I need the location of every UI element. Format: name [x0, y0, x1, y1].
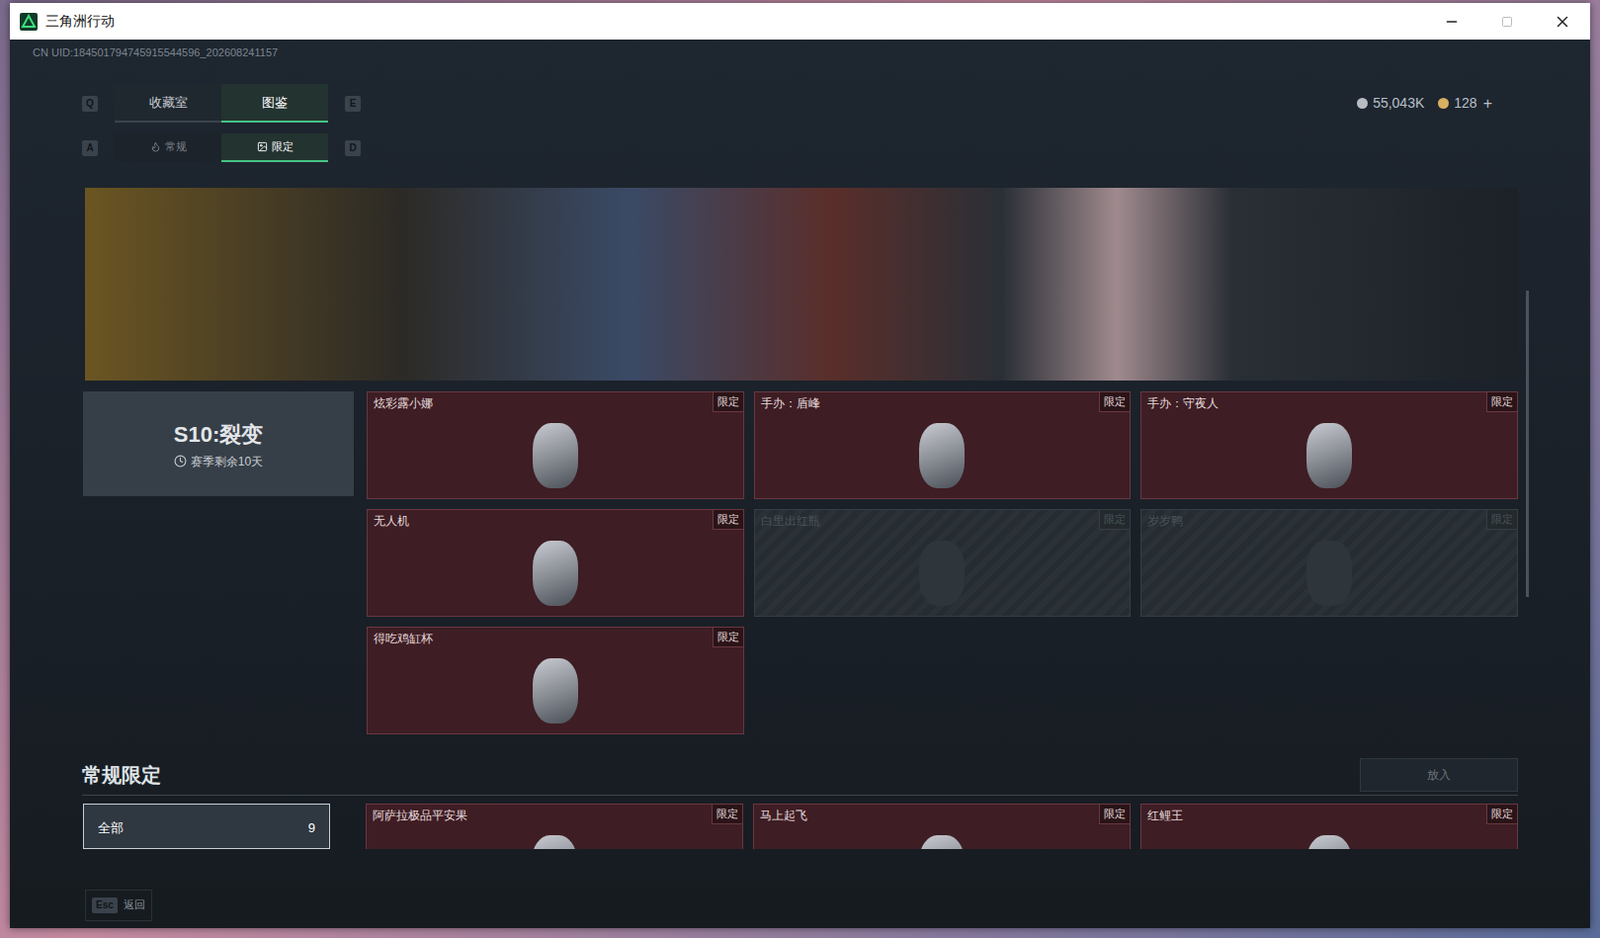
- card-name: 岁岁鸭: [1141, 509, 1189, 530]
- coin-icon: [1356, 97, 1368, 109]
- currency: 55,043K: [1356, 92, 1425, 114]
- sub-tab[interactable]: 常规: [114, 133, 222, 163]
- close-icon: [1553, 12, 1572, 31]
- item-thumbnail: [531, 835, 578, 850]
- minimize-button[interactable]: [1424, 2, 1480, 40]
- season-grid: 炫彩露小娜限定手办：盾峰限定手办：守夜人限定无人机限定白里出红瓶限定岁岁鸭限定得…: [366, 391, 1518, 735]
- put-in-button[interactable]: 放入: [1359, 757, 1518, 792]
- limited-badge: 限定: [1098, 392, 1130, 413]
- key-hint: A: [82, 140, 98, 157]
- item-thumbnail: [532, 422, 579, 489]
- card-name: 红鲤王: [1141, 804, 1189, 825]
- limited-badge: 限定: [1486, 392, 1517, 413]
- sub-tab[interactable]: 限定: [221, 133, 329, 163]
- item-thumbnail: [532, 658, 579, 724]
- minimize-icon: [1443, 13, 1460, 30]
- limited-badge: 限定: [712, 509, 744, 530]
- flame-icon: [150, 141, 162, 153]
- limited-badge: 限定: [712, 392, 744, 413]
- key-hint: D: [344, 140, 361, 157]
- card-name: 马上起飞: [754, 804, 814, 825]
- card-name: 无人机: [367, 509, 416, 530]
- desktop: 三角洲行动 CN UID:184501794745915544596_202608…: [0, 0, 1600, 938]
- collection-card[interactable]: 手办：守夜人 限定: [1140, 391, 1518, 500]
- card-name: 白里出红瓶: [755, 509, 827, 530]
- season-card[interactable]: S10:裂变赛季剩余10天: [83, 391, 354, 497]
- collection-card[interactable]: 白里出红瓶 限定: [754, 508, 1132, 617]
- limited-badge: 限定: [711, 804, 743, 825]
- coin-icon: [1437, 97, 1449, 109]
- key-hint: E: [344, 95, 361, 112]
- item-thumbnail: [919, 422, 965, 489]
- card-name: 阿萨拉极品平安果: [366, 804, 474, 825]
- collection-card[interactable]: 红鲤王 限定: [1140, 803, 1518, 849]
- maximize-icon: [1501, 15, 1514, 28]
- collection-card[interactable]: 岁岁鸭 限定: [1140, 508, 1518, 617]
- footer: Esc返回: [9, 881, 1591, 928]
- content: CN UID:184501794745915544596_20260824115…: [9, 39, 1591, 882]
- collection-card[interactable]: 得吃鸡缸杯 限定: [366, 626, 745, 735]
- collection-card[interactable]: 无人机 限定: [366, 508, 745, 617]
- main-tab[interactable]: 收藏室: [114, 84, 222, 123]
- image-icon: [256, 141, 268, 153]
- title-bar: 三角洲行动: [9, 2, 1591, 40]
- card-name: 得吃鸡缸杯: [367, 627, 439, 648]
- limited-badge: 限定: [712, 627, 744, 648]
- scrollbar[interactable]: [1525, 290, 1529, 597]
- section-title: 常规限定: [82, 759, 162, 790]
- item-thumbnail: [919, 835, 965, 850]
- limited-badge: 限定: [1098, 509, 1130, 530]
- close-button[interactable]: [1534, 2, 1591, 40]
- card-name: 手办：守夜人: [1141, 392, 1225, 413]
- esc-key: Esc: [91, 897, 118, 914]
- collection-card[interactable]: 阿萨拉极品平安果 限定: [365, 803, 744, 849]
- main-tab[interactable]: 图鉴: [221, 84, 329, 123]
- uid-label: CN UID:184501794745915544596_20260824115…: [32, 45, 1518, 60]
- limited-badge: 限定: [1098, 804, 1130, 825]
- app-logo-icon: [19, 12, 38, 31]
- maximize-button[interactable]: [1479, 2, 1535, 40]
- currency-bar: 55,043K 128 +: [1356, 91, 1493, 116]
- item-thumbnail: [1306, 422, 1352, 489]
- limited-badge: 限定: [1486, 509, 1517, 530]
- section-divider: [82, 794, 1518, 796]
- item-thumbnail: [532, 540, 579, 606]
- item-thumbnail: [919, 540, 965, 606]
- season-banner: [84, 187, 1518, 381]
- key-hint: Q: [82, 95, 98, 112]
- app-window: 三角洲行动 CN UID:184501794745915544596_202608…: [9, 2, 1591, 928]
- clock-icon: [173, 454, 187, 468]
- add-currency-button[interactable]: +: [1483, 91, 1493, 116]
- limited-badge: 限定: [1486, 804, 1517, 825]
- item-thumbnail: [1306, 835, 1352, 850]
- collection-card[interactable]: 炫彩露小娜 限定: [366, 391, 745, 500]
- item-thumbnail: [1306, 540, 1352, 606]
- regular-grid: 阿萨拉极品平安果限定马上起飞限定红鲤王限定: [365, 803, 1518, 849]
- card-name: 炫彩露小娜: [367, 392, 439, 413]
- filter-item[interactable]: 全部9: [83, 803, 331, 849]
- back-button[interactable]: Esc返回: [84, 889, 153, 922]
- currency: 128: [1437, 92, 1477, 114]
- window-title: 三角洲行动: [45, 10, 115, 32]
- collection-card[interactable]: 手办：盾峰 限定: [754, 391, 1132, 500]
- card-name: 手办：盾峰: [755, 392, 827, 413]
- collection-card[interactable]: 马上起飞 限定: [753, 803, 1131, 849]
